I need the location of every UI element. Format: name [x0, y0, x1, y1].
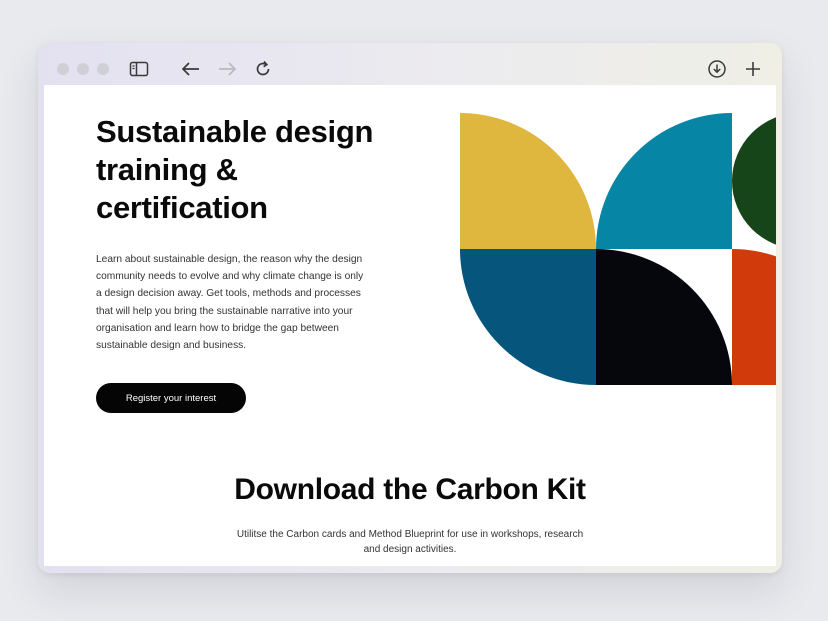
art-navy-quarter — [460, 249, 596, 385]
hero-title: Sustainable design training & certificat… — [96, 114, 374, 225]
geometric-art — [460, 113, 776, 385]
window-zoom-dot[interactable] — [97, 63, 109, 75]
new-tab-plus-icon[interactable] — [741, 57, 765, 81]
hero-description: Learn about sustainable design, the reas… — [96, 254, 364, 352]
register-interest-button[interactable]: Register your interest — [96, 383, 246, 413]
browser-window: Sustainable design training & certificat… — [38, 43, 782, 573]
art-black-quarter — [596, 249, 732, 385]
art-dark-green-circle — [732, 117, 776, 245]
sidebar-icon[interactable] — [127, 57, 151, 81]
download-icon[interactable] — [705, 57, 729, 81]
art-teal-quarter — [596, 113, 732, 249]
forward-arrow-icon[interactable] — [215, 57, 239, 81]
reload-icon[interactable] — [251, 57, 275, 81]
back-arrow-icon[interactable] — [179, 57, 203, 81]
window-minimize-dot[interactable] — [77, 63, 89, 75]
window-close-dot[interactable] — [57, 63, 69, 75]
art-yellow-quarter — [460, 113, 596, 249]
web-page: Sustainable design training & certificat… — [44, 85, 776, 566]
browser-toolbar — [38, 43, 782, 85]
carbon-kit-title: Download the Carbon Kit — [234, 473, 586, 506]
art-orange-quarter — [732, 249, 776, 385]
carbon-kit-description: Utilitse the Carbon cards and Method Blu… — [236, 529, 584, 555]
